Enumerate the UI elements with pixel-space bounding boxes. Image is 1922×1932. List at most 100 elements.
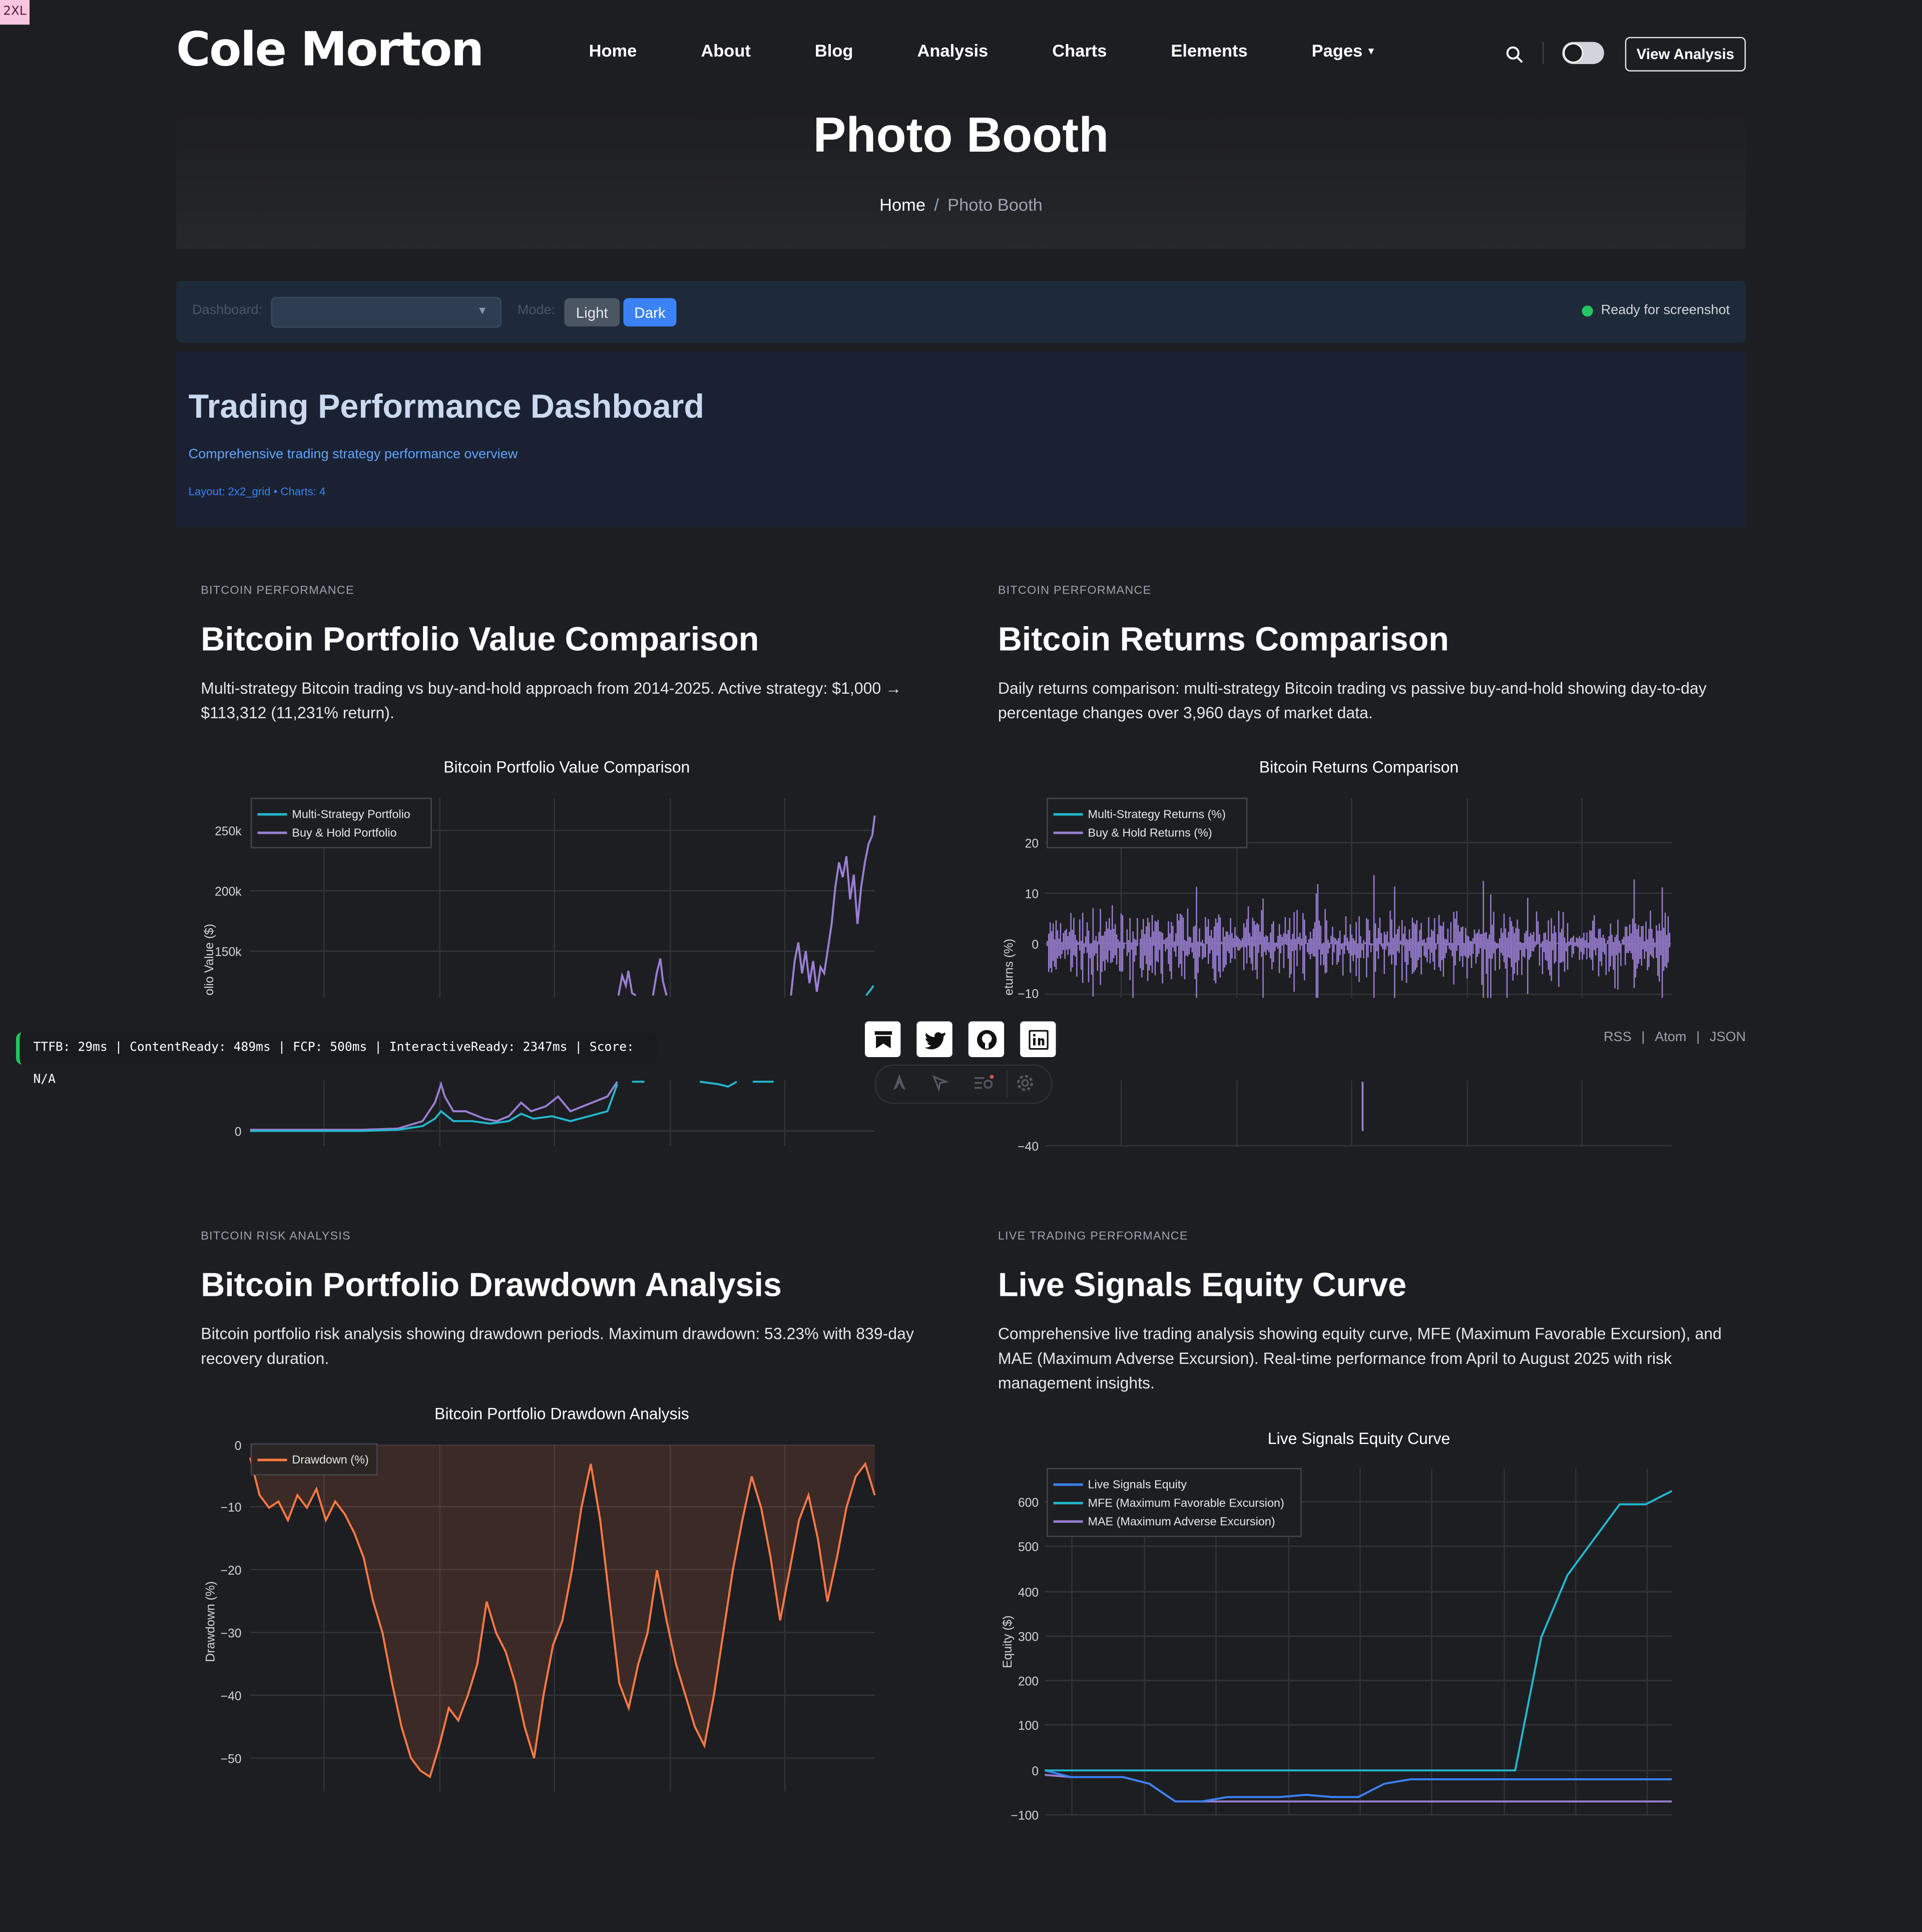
status-indicator: Ready for screenshot <box>1582 303 1730 318</box>
astro-icon[interactable] <box>891 1073 908 1099</box>
page-title: Photo Booth <box>813 108 1109 163</box>
y-tick-label: 0 <box>1032 1765 1039 1778</box>
y-tick-label: −40 <box>221 1690 242 1703</box>
performance-metrics-bar: TTFB: 29ms | ContentReady: 489ms | FCP: … <box>16 1032 657 1087</box>
y-tick-label: 600 <box>1018 1496 1039 1510</box>
card-title: Bitcoin Portfolio Value Comparison <box>201 621 759 658</box>
drawdown-chart: 0 −10 −20 −30 −40 −50 Drawdown (%) Drawd… <box>204 1439 876 1792</box>
legend-label: Multi-Strategy Portfolio <box>292 807 410 820</box>
main-nav: Home About Blog Analysis Charts Elements… <box>589 41 1440 60</box>
feed-separator: | <box>1641 1030 1645 1045</box>
atom-link[interactable]: Atom <box>1655 1030 1686 1045</box>
rss-link[interactable]: RSS <box>1604 1030 1632 1045</box>
returns-chart: 20 10 0 −10 −40 eturns (%) Multi-Strateg… <box>973 797 1769 1154</box>
feed-links: RSS | Atom | JSON <box>1604 1030 1746 1045</box>
y-tick-label: 10 <box>1025 887 1039 901</box>
nav-pages[interactable]: Pages ▼ <box>1312 41 1376 60</box>
card-title: Bitcoin Returns Comparison <box>998 621 1449 658</box>
legend-label: Live Signals Equity <box>1088 1478 1187 1491</box>
dashboard-subtitle: Comprehensive trading strategy performan… <box>188 447 518 462</box>
nav-home[interactable]: Home <box>589 41 637 60</box>
portfolio-value-chart: 250k 200k 150k 0 olio Value ($) Multi-St… <box>176 797 973 1146</box>
audit-icon[interactable] <box>974 1073 996 1099</box>
legend-label: Buy & Hold Returns (%) <box>1088 826 1212 839</box>
y-tick-label: 200k <box>215 885 242 899</box>
moon-icon <box>1563 43 1584 63</box>
mode-dark-button[interactable]: Dark <box>623 298 677 327</box>
dev-toolbar <box>874 1064 1053 1104</box>
legend-label: Multi-Strategy Returns (%) <box>1088 807 1226 820</box>
breadcrumb: Home / Photo Booth <box>176 195 1746 214</box>
search-icon[interactable] <box>1502 42 1527 67</box>
status-dot <box>1582 305 1594 316</box>
header-divider <box>1542 42 1544 64</box>
y-tick-label: −30 <box>221 1627 242 1640</box>
devbar-divider <box>1007 1071 1008 1098</box>
nav-pages-label: Pages <box>1311 41 1363 61</box>
breadcrumb-current: Photo Booth <box>947 194 1043 215</box>
card-description: Comprehensive live trading analysis show… <box>998 1324 1722 1392</box>
equity-curve-chart: 600 500 400 300 200 100 0 −100 Equity ($… <box>1001 1468 1673 1823</box>
series-line-multi-strategy <box>250 1084 619 1132</box>
dashboard-title: Trading Performance Dashboard <box>188 388 705 425</box>
dashboard-header: Trading Performance Dashboard Comprehens… <box>176 351 1746 528</box>
card-description: Bitcoin portfolio risk analysis showing … <box>201 1324 914 1368</box>
series-line-equity <box>1044 1769 1672 1803</box>
series-line-buy-hold <box>617 815 876 997</box>
json-link[interactable]: JSON <box>1710 1030 1746 1045</box>
y-tick-label: 500 <box>1018 1541 1039 1554</box>
mode-light-button[interactable]: Light <box>564 298 620 327</box>
y-tick-label: 150k <box>215 945 242 959</box>
legend-label: MAE (Maximum Adverse Excursion) <box>1088 1515 1275 1528</box>
twitter-icon[interactable] <box>916 1021 952 1057</box>
nav-about[interactable]: About <box>701 41 751 60</box>
chart-legend <box>1047 797 1248 848</box>
chart-title: Live Signals Equity Curve <box>1267 1429 1451 1448</box>
chevron-down-icon: ▼ <box>476 304 488 317</box>
series-line-multi-strategy <box>865 985 874 997</box>
nav-analysis[interactable]: Analysis <box>917 41 988 60</box>
site-logo[interactable]: Cole Morton <box>176 22 484 76</box>
chart-card-returns: BITCOIN PERFORMANCE Bitcoin Returns Comp… <box>973 567 1769 1183</box>
chart-title: Bitcoin Portfolio Value Comparison <box>443 757 690 776</box>
y-tick-label: −40 <box>1018 1140 1039 1154</box>
y-tick-label: 20 <box>1025 837 1039 851</box>
linkedin-icon[interactable] <box>1020 1021 1056 1057</box>
chevron-down-icon: ▼ <box>1366 45 1376 56</box>
y-tick-label: 200 <box>1018 1675 1039 1688</box>
chart-title: Bitcoin Returns Comparison <box>1259 757 1459 776</box>
card-eyebrow: BITCOIN PERFORMANCE <box>998 584 1152 598</box>
theme-toggle[interactable] <box>1562 42 1604 64</box>
dashboard-select[interactable]: ▼ <box>271 297 502 328</box>
github-icon[interactable] <box>968 1021 1005 1057</box>
status-text: Ready for screenshot <box>1601 303 1730 318</box>
view-analysis-button[interactable]: View Analysis <box>1625 37 1746 72</box>
chart-card-portfolio-value: BITCOIN PERFORMANCE Bitcoin Portfolio Va… <box>176 567 973 1183</box>
chart-card-drawdown: BITCOIN RISK ANALYSIS Bitcoin Portfolio … <box>176 1212 972 1853</box>
dashboard-label: Dashboard: <box>192 303 262 318</box>
bookmark-icon[interactable] <box>864 1021 901 1057</box>
y-tick-label: −10 <box>221 1501 242 1515</box>
feed-separator: | <box>1696 1030 1700 1045</box>
y-axis-label: olio Value ($) <box>203 924 216 996</box>
y-tick-label: 0 <box>235 1126 242 1139</box>
mode-label: Mode: <box>517 303 556 318</box>
chart-legend <box>250 797 432 848</box>
legend-label: Buy & Hold Portfolio <box>292 826 396 839</box>
legend-label: Drawdown (%) <box>292 1453 368 1466</box>
y-tick-label: 0 <box>1032 938 1039 951</box>
y-tick-label: 250k <box>215 825 242 838</box>
card-eyebrow: LIVE TRADING PERFORMANCE <box>998 1229 1188 1243</box>
gear-icon[interactable] <box>1015 1073 1035 1099</box>
card-description: Multi-strategy Bitcoin trading vs buy-an… <box>201 679 902 722</box>
y-tick-label: −50 <box>221 1752 242 1766</box>
screenshot-toolbar: Dashboard: ▼ Mode: Light Dark Ready for … <box>176 281 1746 343</box>
chart-card-equity-curve: LIVE TRADING PERFORMANCE Live Signals Eq… <box>974 1212 1769 1853</box>
nav-elements[interactable]: Elements <box>1171 41 1247 60</box>
nav-charts[interactable]: Charts <box>1052 41 1107 60</box>
y-tick-label: 400 <box>1018 1586 1039 1600</box>
nav-blog[interactable]: Blog <box>815 41 853 60</box>
y-axis-label: Drawdown (%) <box>204 1581 217 1662</box>
inspect-icon[interactable] <box>930 1073 949 1099</box>
breadcrumb-home[interactable]: Home <box>879 195 925 214</box>
